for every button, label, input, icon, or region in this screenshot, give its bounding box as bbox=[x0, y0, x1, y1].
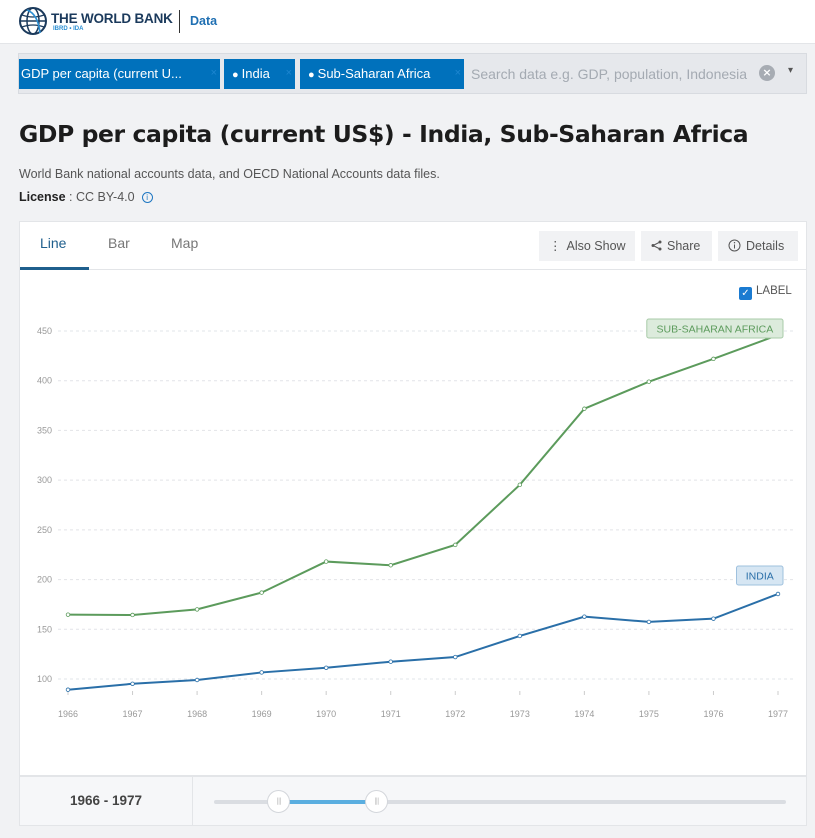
data-point-sub-saharan-africa bbox=[323, 559, 329, 564]
data-point-india bbox=[517, 633, 523, 639]
top-header: THE WORLD BANK IBRD • IDA Data bbox=[0, 0, 815, 44]
header-divider bbox=[179, 10, 180, 33]
data-point-india bbox=[711, 616, 716, 621]
world-bank-globe-logo[interactable] bbox=[18, 6, 48, 36]
x-tick-label: 1968 bbox=[187, 709, 207, 719]
license-label: License bbox=[19, 190, 66, 204]
x-tick-label: 1975 bbox=[639, 709, 659, 719]
data-point-india bbox=[323, 665, 329, 670]
range-start-handle[interactable]: ||| bbox=[267, 790, 291, 813]
x-tick-label: 1967 bbox=[123, 709, 143, 719]
clear-search-icon[interactable]: × bbox=[759, 65, 775, 81]
data-point-sub-saharan-africa bbox=[65, 612, 71, 617]
brand-name[interactable]: THE WORLD BANK bbox=[51, 11, 173, 26]
y-tick-label: 250 bbox=[37, 525, 52, 535]
series-label-sub-saharan-africa: SUB-SAHARAN AFRICA bbox=[657, 323, 774, 335]
data-point-india bbox=[194, 677, 200, 683]
data-point-sub-saharan-africa bbox=[517, 482, 523, 488]
remove-chip-icon[interactable]: × bbox=[455, 59, 461, 88]
y-tick-label: 200 bbox=[37, 575, 52, 585]
data-point-sub-saharan-africa bbox=[194, 607, 200, 612]
data-point-india bbox=[65, 687, 71, 692]
country-chip-india[interactable]: ● India × bbox=[224, 59, 295, 89]
data-section-link[interactable]: Data bbox=[190, 14, 217, 28]
country-chip-label: Sub-Saharan Africa bbox=[317, 66, 431, 81]
line-chart: 100 150 200 250 300 350 400 450 1966 1967 1968 1969… bbox=[37, 318, 796, 719]
brand-subtitle: IBRD • IDA bbox=[53, 26, 84, 32]
map-pin-icon: ● bbox=[308, 69, 315, 81]
series-label-india: INDIA bbox=[746, 570, 774, 582]
series-line-sub-saharan-africa bbox=[67, 334, 779, 616]
data-point-india bbox=[775, 591, 781, 597]
y-tick-label: 100 bbox=[37, 674, 52, 684]
y-tick-label: 150 bbox=[37, 624, 52, 634]
y-tick-label: 300 bbox=[37, 475, 52, 485]
remove-chip-icon[interactable]: × bbox=[211, 59, 217, 88]
data-point-india bbox=[646, 619, 652, 625]
data-point-sub-saharan-africa bbox=[453, 542, 458, 548]
y-tick-label: 450 bbox=[37, 326, 52, 336]
data-point-sub-saharan-africa bbox=[646, 379, 652, 384]
license-info: License : CC BY-4.0 i bbox=[19, 190, 153, 204]
x-tick-label: 1972 bbox=[445, 709, 465, 719]
x-tick-label: 1977 bbox=[768, 709, 788, 719]
x-tick-label: 1969 bbox=[252, 709, 272, 719]
data-point-sub-saharan-africa bbox=[259, 590, 264, 595]
year-range-label: 1966 - 1977 bbox=[20, 777, 193, 825]
data-point-sub-saharan-africa bbox=[582, 406, 587, 411]
x-tick-label: 1976 bbox=[703, 709, 723, 719]
remove-chip-icon[interactable]: × bbox=[286, 59, 292, 88]
data-point-india bbox=[582, 614, 587, 619]
data-point-sub-saharan-africa bbox=[130, 612, 135, 618]
year-range-bar: 1966 - 1977 ||| ||| bbox=[19, 776, 807, 826]
y-tick-label: 400 bbox=[37, 376, 52, 386]
country-chip-sub-saharan-africa[interactable]: ● Sub-Saharan Africa × bbox=[300, 59, 464, 89]
y-tick-label: 350 bbox=[37, 425, 52, 435]
data-point-sub-saharan-africa bbox=[388, 563, 393, 568]
x-tick-label: 1973 bbox=[510, 709, 530, 719]
data-point-india bbox=[453, 654, 458, 660]
selected-range-fill bbox=[278, 800, 376, 804]
search-input[interactable] bbox=[471, 59, 759, 89]
license-value: : CC BY-4.0 bbox=[65, 190, 135, 204]
info-icon[interactable]: i bbox=[141, 192, 153, 203]
indicator-chip-label: GDP per capita (current U... bbox=[21, 66, 182, 81]
data-point-sub-saharan-africa bbox=[711, 356, 716, 362]
x-tick-label: 1966 bbox=[58, 709, 78, 719]
data-source: World Bank national accounts data, and O… bbox=[19, 167, 440, 181]
indicator-chip[interactable]: GDP per capita (current U... × bbox=[19, 59, 220, 89]
data-point-india bbox=[130, 681, 135, 686]
series-line-india bbox=[67, 593, 779, 691]
search-bar: GDP per capita (current U... × ● India × … bbox=[18, 53, 807, 94]
data-point-india bbox=[388, 659, 393, 664]
x-tick-label: 1971 bbox=[381, 709, 401, 719]
chart-panel: Line Bar Map ⋮ Also Show Share Details ✓ L… bbox=[19, 221, 807, 776]
country-chip-label: India bbox=[241, 66, 270, 81]
page-title: GDP per capita (current US$) - India, Su… bbox=[19, 120, 749, 148]
range-end-handle[interactable]: ||| bbox=[364, 790, 388, 813]
chevron-down-icon[interactable]: ▾ bbox=[788, 65, 793, 76]
data-point-india bbox=[259, 670, 264, 675]
x-tick-label: 1974 bbox=[574, 709, 594, 719]
map-pin-icon: ● bbox=[232, 69, 239, 81]
x-tick-label: 1970 bbox=[316, 709, 336, 719]
year-range-slider[interactable]: ||| ||| bbox=[214, 790, 786, 813]
